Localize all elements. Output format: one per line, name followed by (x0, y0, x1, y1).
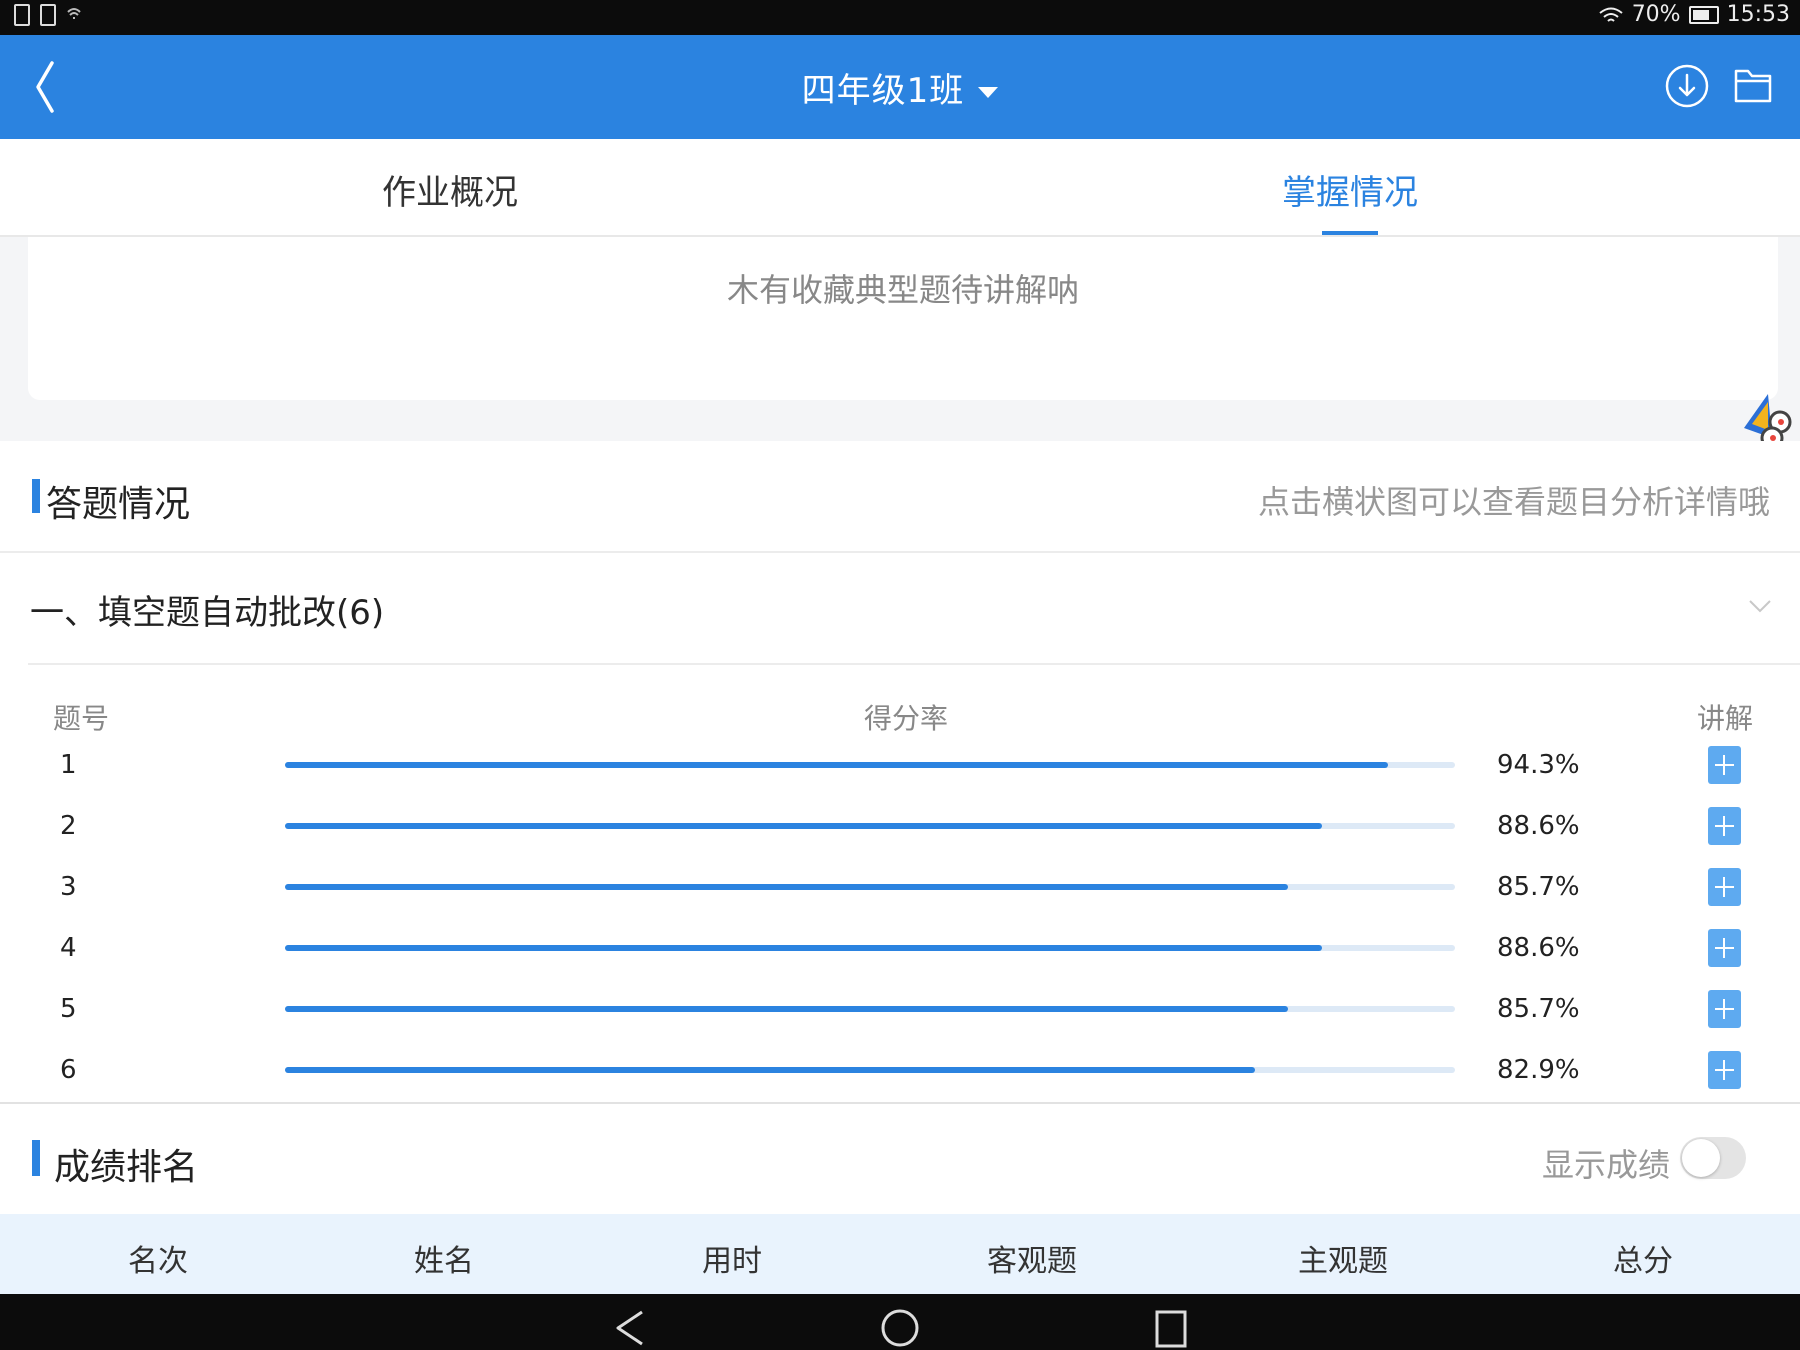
ranking-section-title: 成绩排名 (54, 1147, 199, 1188)
add-explain-button[interactable] (1708, 807, 1741, 845)
download-icon[interactable] (1662, 61, 1712, 111)
column-header-rate: 得分率 (864, 702, 949, 735)
answers-section-hint: 点击横状图可以查看题目分析详情哦 (1257, 483, 1770, 521)
question-number: 3 (60, 872, 77, 902)
class-selector-label: 四年级1班 (801, 71, 965, 111)
wifi-small-icon (67, 8, 81, 19)
battery-percent: 70% (1631, 2, 1681, 27)
score-bar-fill (285, 1067, 1255, 1073)
score-rate: 88.6% (1497, 811, 1580, 841)
question-group-title[interactable]: 一、填空题自动批改(6) (30, 585, 384, 634)
score-bar[interactable] (285, 1006, 1455, 1012)
sim2-icon (40, 4, 56, 26)
status-icons-left (14, 4, 82, 26)
column-header-number: 题号 (53, 702, 110, 735)
section-marker (32, 479, 40, 513)
status-bar: 70% 15:53 (0, 0, 1800, 35)
col-rank[interactable]: 名次 (58, 1236, 258, 1280)
answers-section-header: 答题情况 点击横状图可以查看题目分析详情哦 (0, 441, 1800, 551)
system-nav-bar (0, 1294, 1800, 1350)
empty-state-text: 木有收藏典型题待讲解呐 (726, 271, 1079, 309)
score-bar[interactable] (285, 1067, 1455, 1073)
column-header-explain: 讲解 (1697, 702, 1754, 735)
wifi-icon (1599, 7, 1623, 22)
tab-mastery[interactable]: 掌握情况 (1150, 165, 1550, 214)
score-rate: 88.6% (1497, 933, 1580, 963)
score-bar-fill (285, 823, 1322, 829)
score-rate: 85.7% (1497, 872, 1580, 902)
status-icons-right: 70% 15:53 (1598, 2, 1790, 27)
question-number: 6 (60, 1055, 77, 1085)
add-explain-button[interactable] (1708, 1051, 1741, 1089)
score-bar[interactable] (285, 945, 1455, 951)
add-explain-button[interactable] (1708, 929, 1741, 967)
tab-bar: 作业概况 掌握情况 (0, 139, 1800, 237)
question-number: 1 (60, 750, 77, 780)
score-bar[interactable] (285, 884, 1455, 890)
section-marker (32, 1140, 40, 1176)
show-score-toggle[interactable] (1680, 1137, 1746, 1179)
col-time[interactable]: 用时 (632, 1236, 832, 1280)
nav-home-icon[interactable] (880, 1308, 920, 1348)
score-bar[interactable] (285, 762, 1455, 768)
question-number: 2 (60, 811, 77, 841)
ranking-section-header: 成绩排名 显示成绩 (0, 1104, 1800, 1214)
answers-section-title: 答题情况 (46, 484, 191, 525)
question-number: 5 (60, 994, 77, 1024)
score-rate: 94.3% (1497, 750, 1580, 780)
class-selector[interactable]: 四年级1班 (0, 63, 1800, 112)
nav-back-icon[interactable] (612, 1308, 648, 1348)
col-name[interactable]: 姓名 (344, 1236, 544, 1280)
caret-down-icon (978, 87, 999, 98)
sim-icon (14, 4, 30, 26)
col-total[interactable]: 总分 (1543, 1236, 1743, 1280)
chevron-down-icon[interactable] (1746, 592, 1774, 620)
score-rate: 85.7% (1497, 994, 1580, 1024)
app-header: 四年级1班 (0, 35, 1800, 139)
score-bar-fill (285, 762, 1389, 768)
add-explain-button[interactable] (1708, 746, 1741, 784)
folder-icon[interactable] (1728, 61, 1778, 111)
tab-homework-overview[interactable]: 作业概况 (250, 165, 650, 214)
score-bar[interactable] (285, 823, 1455, 829)
score-bar-fill (285, 945, 1322, 951)
score-bar-fill (285, 1006, 1288, 1012)
screen: 70% 15:53 四年级1班 作业概况 掌握情况 木有收藏典型题待讲解呐 答题… (0, 0, 1800, 1350)
nav-recents-icon[interactable] (1154, 1308, 1188, 1348)
ranking-table-header: 名次 姓名 用时 客观题 主观题 总分 (0, 1214, 1800, 1294)
col-objective[interactable]: 客观题 (932, 1236, 1132, 1280)
toggle-knob (1682, 1139, 1720, 1177)
add-explain-button[interactable] (1708, 990, 1741, 1028)
favorites-card: 木有收藏典型题待讲解呐 (28, 237, 1778, 400)
question-number: 4 (60, 933, 77, 963)
add-explain-button[interactable] (1708, 868, 1741, 906)
score-rate: 82.9% (1497, 1055, 1580, 1085)
tab-active-indicator (1322, 231, 1378, 235)
score-bar-fill (285, 884, 1288, 890)
battery-icon (1688, 5, 1719, 24)
clock: 15:53 (1726, 2, 1790, 27)
show-score-label: 显示成绩 (1541, 1146, 1670, 1184)
divider (28, 663, 1800, 665)
col-subjective[interactable]: 主观题 (1243, 1236, 1443, 1280)
